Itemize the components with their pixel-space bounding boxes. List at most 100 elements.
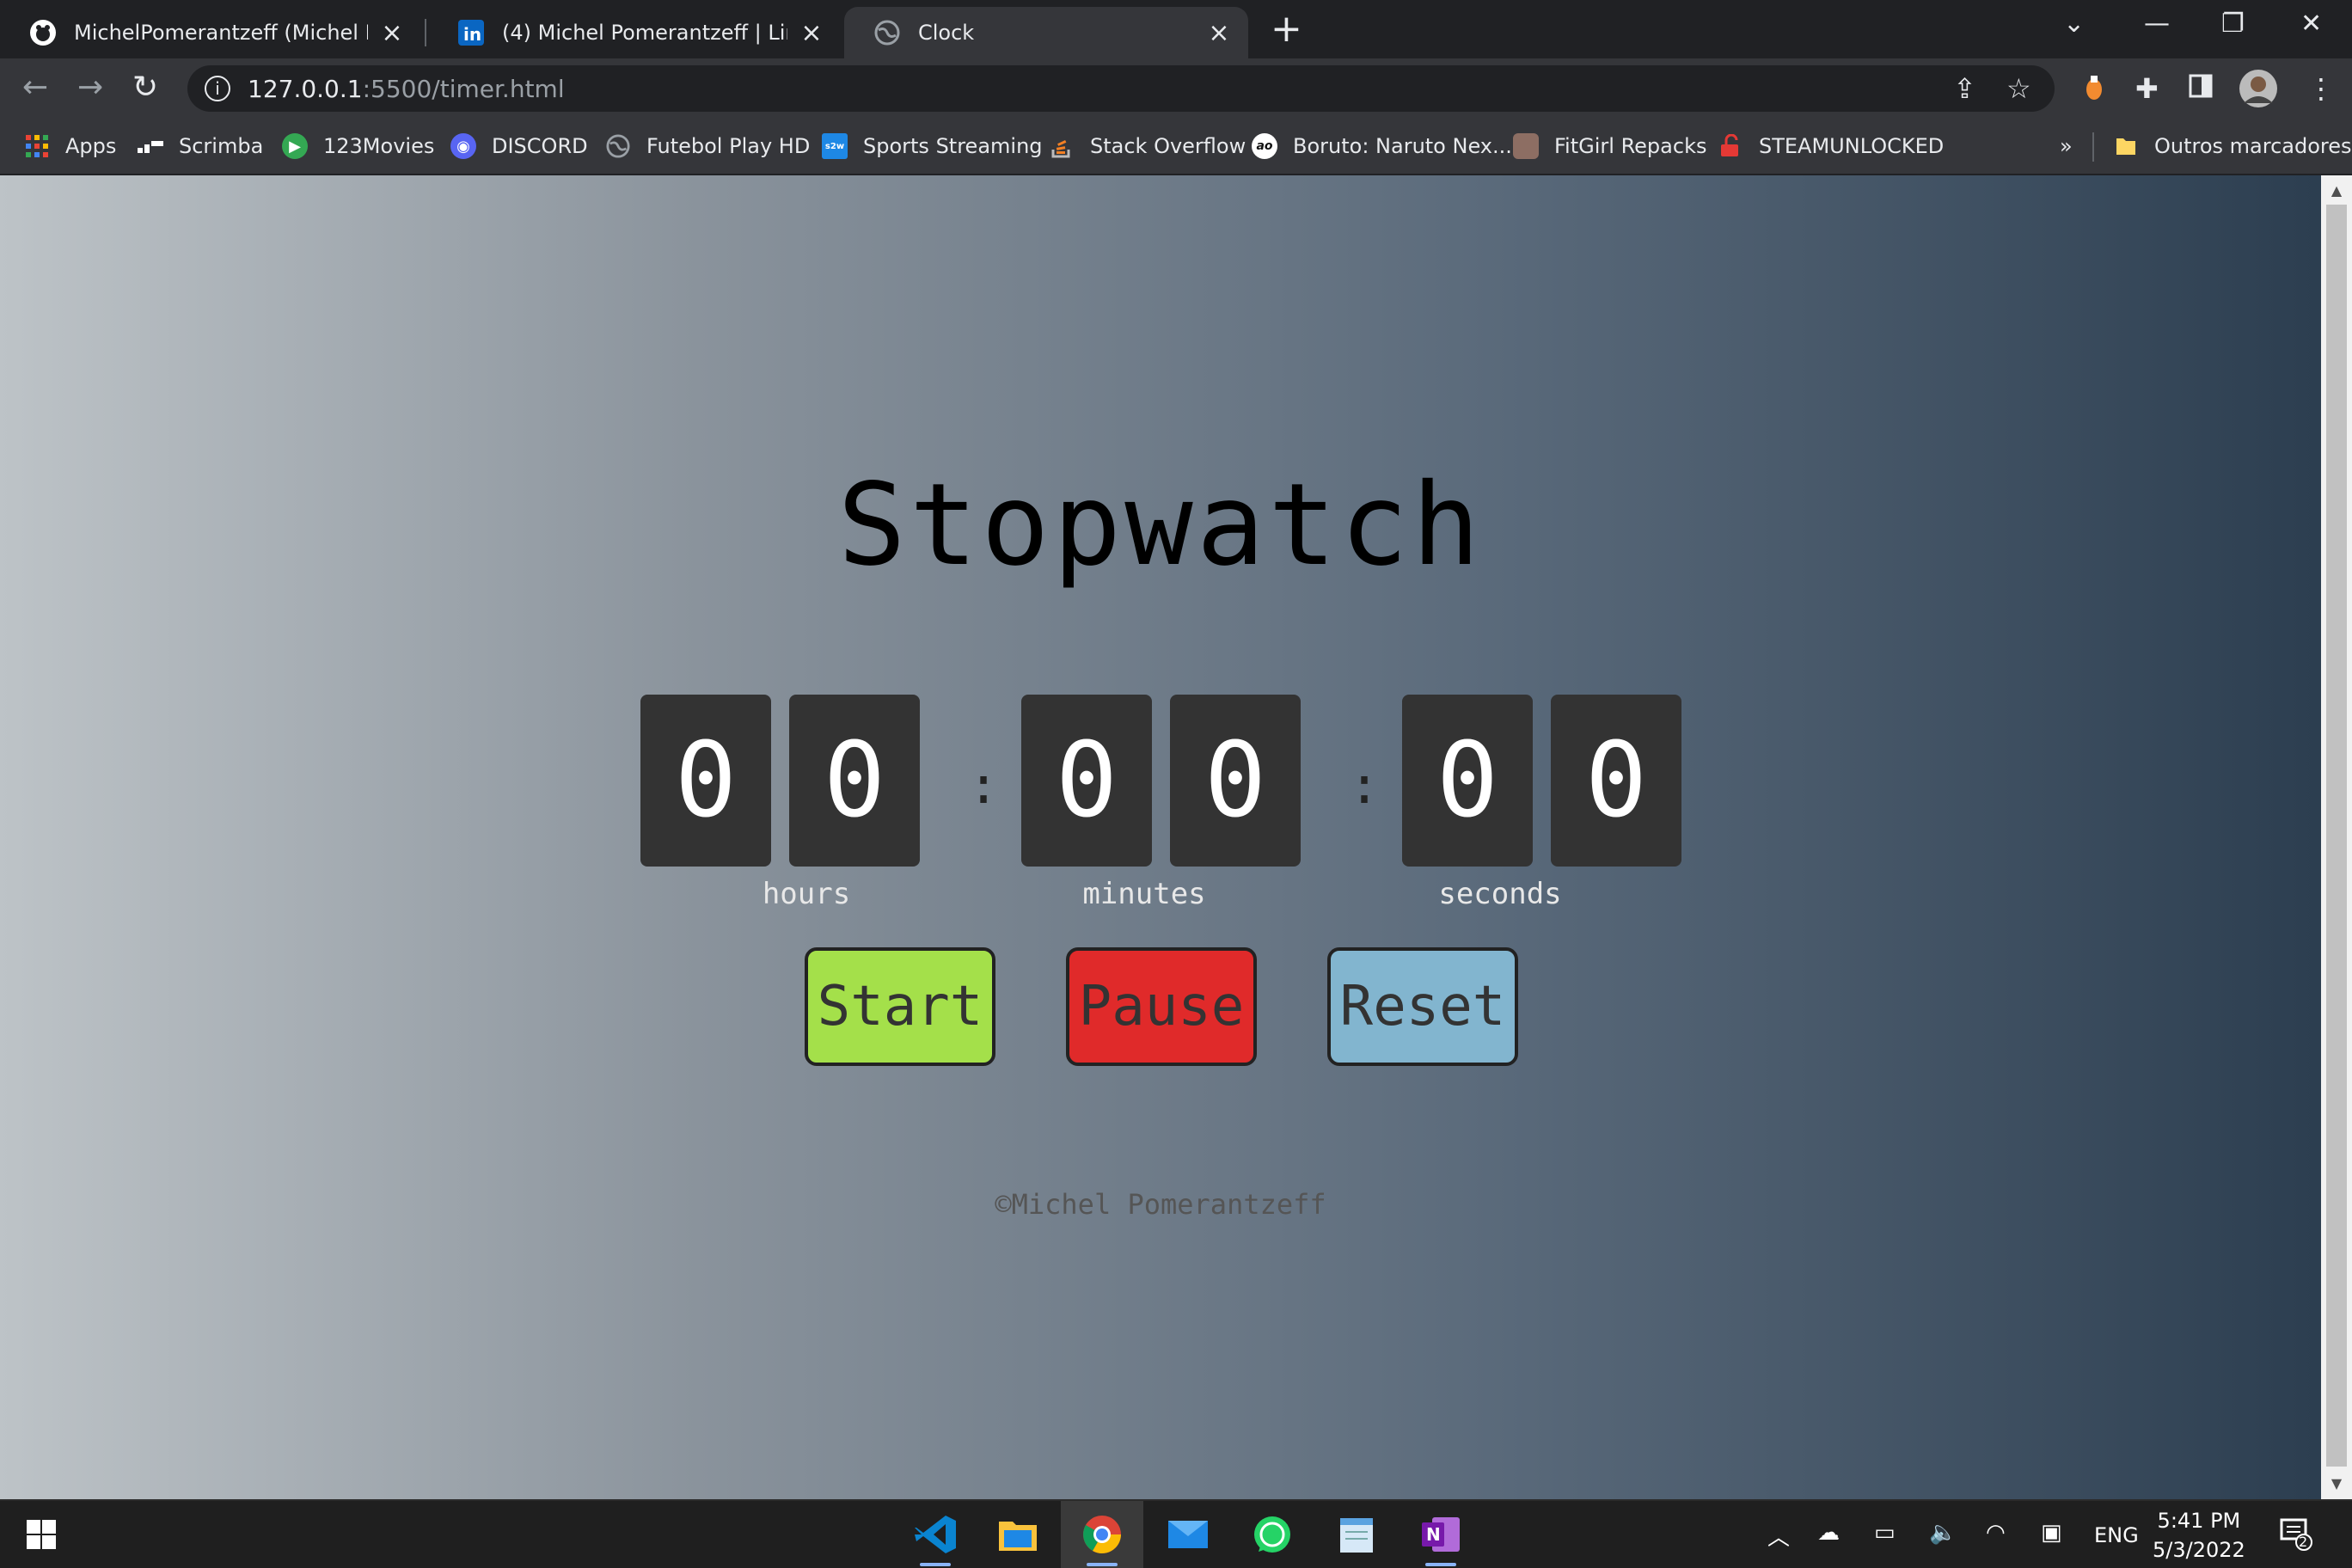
address-bar[interactable]: i 127.0.0.1:5500/timer.html ⇪ ☆ <box>187 65 2055 112</box>
globe-icon <box>873 19 901 46</box>
footer-copyright: ©Michel Pomerantzeff <box>995 1188 1326 1221</box>
taskbar-onenote[interactable]: N <box>1400 1501 1482 1568</box>
bookmarks-overflow-button[interactable]: » <box>2060 129 2073 163</box>
bookmark-other-folder[interactable]: Outros marcadores <box>2113 129 2352 163</box>
puzzle-icon[interactable]: ✚ <box>2135 74 2159 103</box>
tab-search-icon[interactable]: ⌄ <box>2063 9 2085 39</box>
tab-separator <box>425 19 426 46</box>
notepad-icon <box>1340 1518 1373 1553</box>
meet-now-icon[interactable]: ▣ <box>2041 1520 2062 1546</box>
start-menu-button[interactable] <box>0 1501 83 1568</box>
menu-icon[interactable]: ⋮ <box>2307 74 2335 103</box>
taskbar-file-explorer[interactable] <box>977 1501 1059 1568</box>
bookmark-label: Apps <box>65 134 117 158</box>
bookmark-label: Stack Overflow <box>1090 134 1246 158</box>
extension-icon[interactable] <box>2084 74 2104 107</box>
close-icon[interactable]: × <box>1207 18 1231 48</box>
bookmark-scrimba[interactable]: Scrimba <box>138 129 263 163</box>
volume-icon[interactable]: 🔈 <box>1929 1520 1957 1546</box>
avatar[interactable] <box>2239 69 2278 113</box>
discord-icon: ◉ <box>450 133 476 159</box>
wifi-icon[interactable]: ◠ <box>1986 1520 2006 1546</box>
url-host: 127.0.0.1 <box>248 74 363 103</box>
start-button[interactable]: Start <box>805 947 995 1066</box>
folder-icon <box>2113 133 2139 159</box>
stackoverflow-icon <box>1049 133 1075 159</box>
taskbar-vscode[interactable] <box>894 1501 977 1568</box>
pause-button[interactable]: Pause <box>1066 947 1257 1066</box>
tab-strip: MichelPomerantzeff (Michel Pomerantzeff)… <box>0 0 2352 58</box>
hours-ones-digit: 0 <box>789 695 920 867</box>
linkedin-icon: in <box>457 19 485 46</box>
clock-date: 5/3/2022 <box>2153 1538 2245 1562</box>
bookmark-stack-overflow[interactable]: Stack Overflow <box>1049 129 1246 163</box>
bookmarks-bar: Apps Scrimba ▶ 123Movies ◉ DISCORD Futeb… <box>0 119 2352 175</box>
tab-github[interactable]: MichelPomerantzeff (Michel Pomerantzeff)… <box>0 7 421 58</box>
tab-clock[interactable]: Clock × <box>844 7 1248 58</box>
taskbar-mail[interactable] <box>1147 1501 1229 1568</box>
globe-icon <box>605 133 631 159</box>
minutes-tens-digit: 0 <box>1021 695 1152 867</box>
page-title: Stopwatch <box>837 459 1484 591</box>
s2w-icon: s2w <box>822 133 848 159</box>
fitgirl-icon <box>1513 133 1539 159</box>
bookmark-discord[interactable]: ◉ DISCORD <box>450 129 588 163</box>
bookmark-label: Sports Streaming <box>863 134 1043 158</box>
close-window-button[interactable]: ✕ <box>2300 9 2322 39</box>
onedrive-icon[interactable]: ☁ <box>1817 1520 1840 1546</box>
scroll-down-arrow-icon[interactable]: ▼ <box>2321 1475 2352 1491</box>
forward-button[interactable]: → <box>77 70 103 105</box>
site-info-icon[interactable]: i <box>205 76 230 101</box>
taskbar-chrome[interactable] <box>1061 1501 1143 1568</box>
star-icon[interactable]: ☆ <box>2006 65 2031 112</box>
page-scrollbar[interactable]: ▲ ▼ <box>2321 175 2352 1499</box>
system-clock[interactable]: 5:41 PM 5/3/2022 <box>2153 1506 2245 1565</box>
bookmark-label: DISCORD <box>492 134 588 158</box>
windows-taskbar: N ︿ ☁ ▭ 🔈 ◠ ▣ ENG 5:41 PM 5/3/2022 2 <box>0 1499 2352 1568</box>
ao-icon: ao <box>1252 133 1277 159</box>
github-icon <box>29 19 57 46</box>
scroll-up-arrow-icon[interactable]: ▲ <box>2321 182 2352 199</box>
battery-icon[interactable]: ▭ <box>1874 1520 1896 1546</box>
bookmark-123movies[interactable]: ▶ 123Movies <box>282 129 434 163</box>
bookmark-steamunlocked[interactable]: STEAMUNLOCKED <box>1718 129 1944 163</box>
close-icon[interactable]: × <box>799 18 824 48</box>
play-icon: ▶ <box>282 133 308 159</box>
scrimba-icon <box>138 133 163 159</box>
tab-title: MichelPomerantzeff (Michel Pomerantzeff) <box>74 21 368 45</box>
tab-linkedin[interactable]: in (4) Michel Pomerantzeff | LinkedIn × <box>428 7 841 58</box>
input-language[interactable]: ENG <box>2094 1523 2139 1547</box>
reload-button[interactable]: ↻ <box>132 70 158 105</box>
taskbar-notepad[interactable] <box>1315 1501 1398 1568</box>
minimize-button[interactable]: — <box>2144 9 2170 39</box>
reset-button[interactable]: Reset <box>1327 947 1518 1066</box>
separator-colon: : <box>968 756 1000 816</box>
bookmark-sports-streaming[interactable]: s2w Sports Streaming <box>822 129 1043 163</box>
bookmark-futebol-play-hd[interactable]: Futebol Play HD <box>605 129 810 163</box>
seconds-label: seconds <box>1438 877 1562 911</box>
new-tab-button[interactable]: + <box>1271 10 1302 48</box>
bookmark-label: 123Movies <box>323 134 435 158</box>
notification-center-icon[interactable]: 2 <box>2278 1516 2312 1557</box>
scrollbar-thumb[interactable] <box>2326 205 2347 1467</box>
page-content: Stopwatch 0 0 : 0 0 : 0 0 hours minutes … <box>0 175 2321 1499</box>
close-icon[interactable]: × <box>380 18 404 48</box>
back-button[interactable]: ← <box>22 70 48 105</box>
tab-title: (4) Michel Pomerantzeff | LinkedIn <box>502 21 787 45</box>
hours-label: hours <box>762 877 851 911</box>
bookmark-boruto[interactable]: ao Boruto: Naruto Nex... <box>1252 129 1512 163</box>
restore-button[interactable]: ❐ <box>2221 9 2245 39</box>
bookmark-fitgirl-repacks[interactable]: FitGirl Repacks <box>1513 129 1706 163</box>
bookmark-label: Futebol Play HD <box>646 134 811 158</box>
show-hidden-icons[interactable]: ︿ <box>1767 1520 1790 1552</box>
notification-count: 2 <box>2299 1534 2308 1550</box>
side-panel-icon[interactable] <box>2189 74 2213 103</box>
browser-toolbar: ← → ↻ i 127.0.0.1:5500/timer.html ⇪ ☆ ✚ … <box>0 58 2352 119</box>
steamunlocked-icon <box>1718 133 1743 159</box>
url-path: :5500/timer.html <box>362 74 565 103</box>
bookmark-apps[interactable]: Apps <box>24 129 116 163</box>
taskbar-whatsapp[interactable] <box>1231 1501 1314 1568</box>
bookmark-label: Boruto: Naruto Nex... <box>1293 134 1512 158</box>
share-icon[interactable]: ⇪ <box>1953 65 1976 112</box>
apps-grid-icon <box>24 133 50 159</box>
